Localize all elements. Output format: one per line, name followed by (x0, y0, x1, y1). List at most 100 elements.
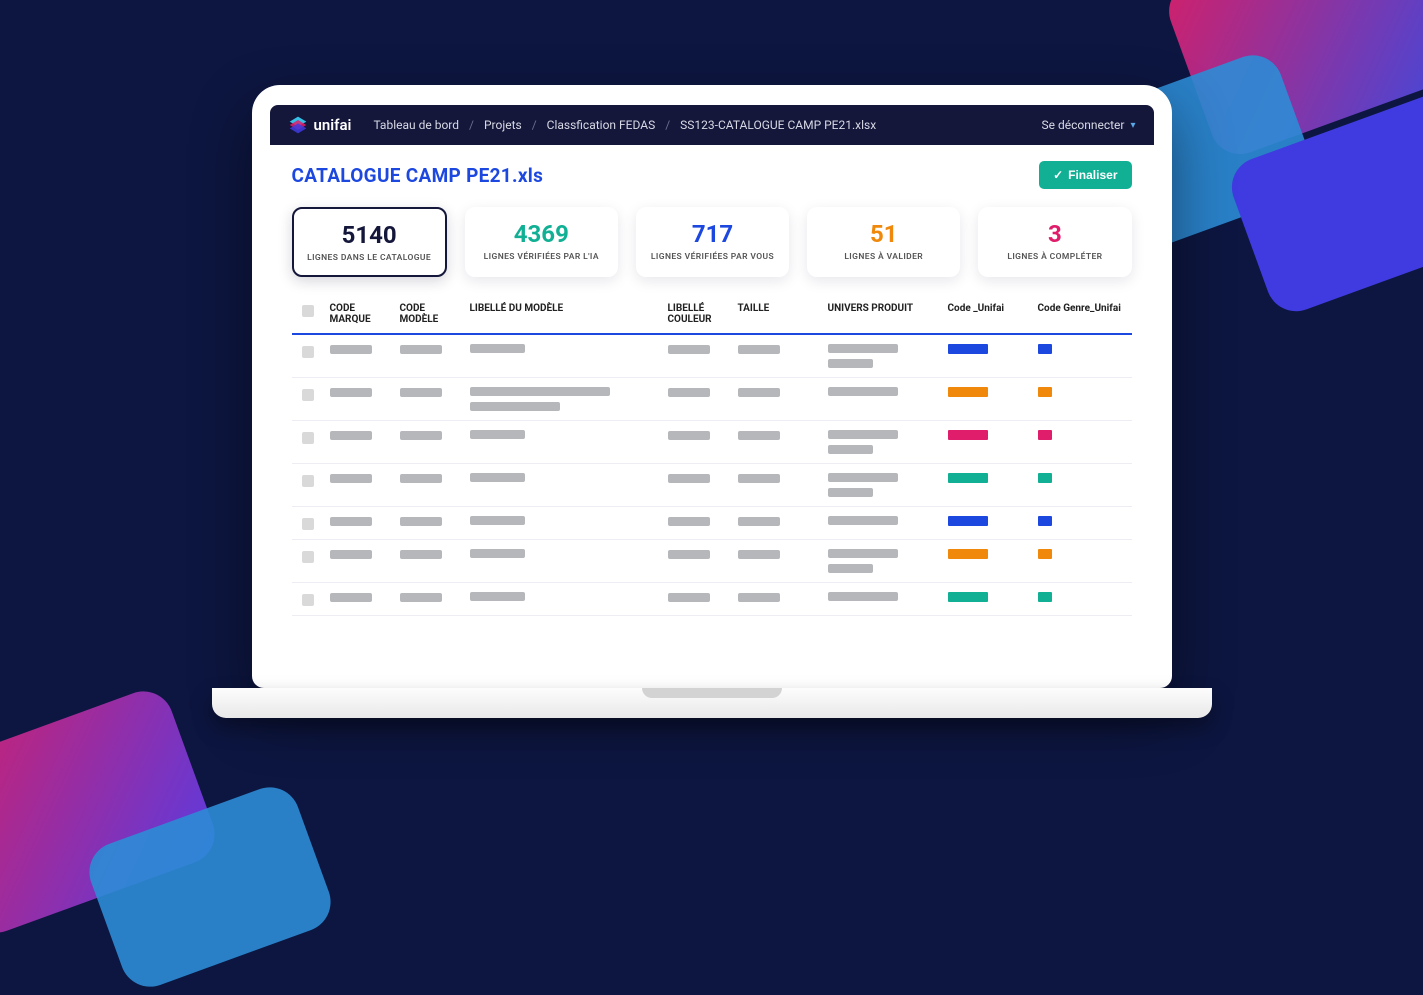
stat-card[interactable]: 5140 LIGNES DANS LE CATALOGUE (292, 207, 447, 277)
finalize-button[interactable]: ✓ Finaliser (1039, 161, 1131, 189)
stat-label: LIGNES VÉRIFIÉES PAR L'IA (474, 252, 609, 262)
laptop-mockup: unifai Tableau de bord / Projets / Class… (252, 85, 1172, 718)
placeholder-cell (400, 517, 442, 526)
table-row[interactable] (292, 335, 1132, 378)
col-header[interactable]: TAILLE (732, 303, 822, 314)
placeholder-cell (400, 550, 442, 559)
finalize-label: Finaliser (1068, 168, 1117, 182)
placeholder-cell (470, 402, 560, 411)
stat-card[interactable]: 4369LIGNES VÉRIFIÉES PAR L'IA (465, 207, 618, 277)
placeholder-cell (828, 592, 898, 601)
row-checkbox[interactable] (302, 518, 314, 530)
stat-value: 717 (645, 220, 780, 248)
color-chip (948, 387, 988, 397)
breadcrumb-sep: / (665, 118, 670, 132)
row-checkbox[interactable] (302, 389, 314, 401)
breadcrumb-item[interactable]: SS123-CATALOGUE CAMP PE21.xlsx (680, 118, 876, 132)
logo-icon (288, 115, 308, 135)
select-all-checkbox[interactable] (302, 305, 314, 317)
table-row[interactable] (292, 421, 1132, 464)
placeholder-cell (828, 564, 873, 573)
table-header: CODE MARQUE CODE MODÈLE LIBELLÉ DU MODÈL… (292, 297, 1132, 335)
col-header[interactable]: CODE MARQUE (324, 303, 394, 325)
placeholder-cell (828, 387, 898, 396)
laptop-base (212, 688, 1212, 718)
stat-card[interactable]: 717 LIGNES VÉRIFIÉES PAR VOUS (636, 207, 789, 277)
placeholder-cell (400, 474, 442, 483)
placeholder-cell (828, 359, 873, 368)
stats-row: 5140 LIGNES DANS LE CATALOGUE 4369LIGNES V… (292, 207, 1132, 277)
color-chip (1038, 344, 1052, 354)
row-checkbox[interactable] (302, 475, 314, 487)
placeholder-cell (668, 431, 710, 440)
color-chip (1038, 473, 1052, 483)
color-chip (948, 516, 988, 526)
row-checkbox[interactable] (302, 346, 314, 358)
stat-value: 51 (816, 220, 951, 248)
stat-label: LIGNES À VALIDER (816, 252, 951, 262)
placeholder-cell (470, 516, 525, 525)
color-chip (1038, 387, 1052, 397)
col-header[interactable]: Code Genre_Unifai (1032, 303, 1132, 314)
table-row[interactable] (292, 378, 1132, 421)
check-icon: ✓ (1053, 168, 1063, 182)
chevron-down-icon: ▾ (1130, 120, 1135, 131)
placeholder-cell (400, 388, 442, 397)
table-row[interactable] (292, 464, 1132, 507)
table-row[interactable] (292, 540, 1132, 583)
breadcrumb-sep: / (532, 118, 537, 132)
stat-value: 5140 (302, 221, 437, 249)
breadcrumb-item[interactable]: Classfication FEDAS (547, 118, 656, 132)
placeholder-cell (330, 550, 372, 559)
placeholder-cell (330, 593, 372, 602)
col-header[interactable]: UNIVERS PRODUIT (822, 303, 942, 314)
placeholder-cell (330, 431, 372, 440)
placeholder-cell (828, 488, 873, 497)
stat-label: LIGNES VÉRIFIÉES PAR VOUS (645, 252, 780, 262)
placeholder-cell (738, 593, 780, 602)
logout-label: Se déconnecter (1041, 118, 1124, 132)
logout-link[interactable]: Se déconnecter ▾ (1041, 118, 1135, 132)
placeholder-cell (738, 550, 780, 559)
placeholder-cell (828, 430, 898, 439)
stat-label: LIGNES À COMPLÉTER (987, 252, 1122, 262)
brand-logo[interactable]: unifai (288, 115, 352, 135)
placeholder-cell (738, 517, 780, 526)
color-chip (948, 473, 988, 483)
stat-label: LIGNES DANS LE CATALOGUE (302, 253, 437, 263)
placeholder-cell (470, 344, 525, 353)
col-header[interactable]: LIBELLÉ COULEUR (662, 303, 732, 325)
placeholder-cell (828, 445, 873, 454)
color-chip (1038, 549, 1052, 559)
stat-card[interactable]: 51 LIGNES À VALIDER (807, 207, 960, 277)
placeholder-cell (470, 592, 525, 601)
placeholder-cell (330, 388, 372, 397)
placeholder-cell (668, 388, 710, 397)
table-row[interactable] (292, 507, 1132, 540)
color-chip (1038, 516, 1052, 526)
placeholder-cell (470, 387, 610, 396)
placeholder-cell (668, 550, 710, 559)
placeholder-cell (828, 473, 898, 482)
placeholder-cell (668, 593, 710, 602)
breadcrumb-item[interactable]: Projets (484, 118, 522, 132)
color-chip (948, 592, 988, 602)
stat-card[interactable]: 3LIGNES À COMPLÉTER (978, 207, 1131, 277)
color-chip (1038, 430, 1052, 440)
breadcrumb-item[interactable]: Tableau de bord (373, 118, 459, 132)
col-header[interactable]: Code _Unifai (942, 303, 1032, 314)
table-row[interactable] (292, 583, 1132, 616)
row-checkbox[interactable] (302, 432, 314, 444)
color-chip (948, 549, 988, 559)
row-checkbox[interactable] (302, 551, 314, 563)
placeholder-cell (668, 517, 710, 526)
placeholder-cell (470, 473, 525, 482)
page-title: CATALOGUE CAMP PE21.xls (292, 164, 544, 187)
placeholder-cell (738, 474, 780, 483)
placeholder-cell (330, 517, 372, 526)
col-header[interactable]: LIBELLÉ DU MODÈLE (464, 303, 662, 314)
breadcrumb: Tableau de bord / Projets / Classficatio… (373, 118, 1029, 132)
brand-name: unifai (314, 116, 352, 134)
row-checkbox[interactable] (302, 594, 314, 606)
col-header[interactable]: CODE MODÈLE (394, 303, 464, 325)
